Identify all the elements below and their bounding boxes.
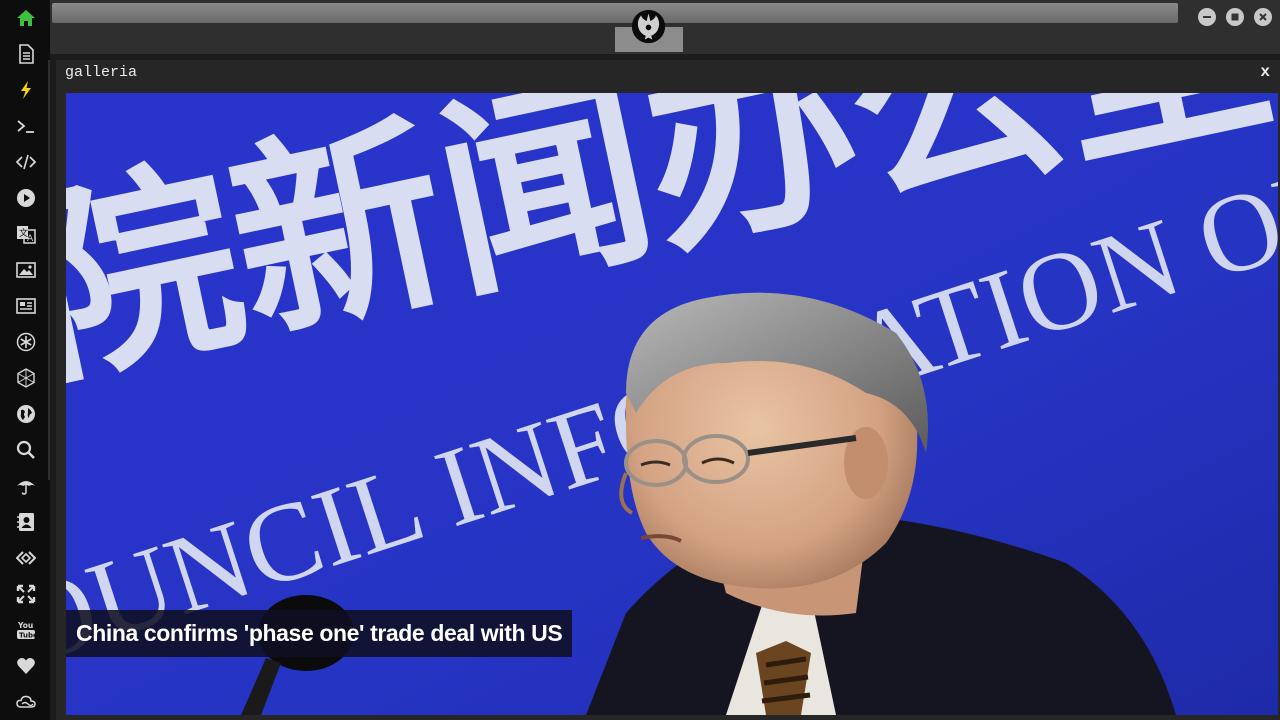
- asterisk-circle-icon: [16, 332, 36, 352]
- translate-icon: 文A: [17, 226, 36, 244]
- sidebar-item-settings[interactable]: [13, 329, 39, 355]
- youtube-icon: You Tube: [17, 621, 36, 640]
- sidebar-item-quick[interactable]: [13, 77, 39, 103]
- sidebar-item-images[interactable]: [13, 257, 39, 283]
- expand-icon: [16, 584, 36, 604]
- sidebar-item-web[interactable]: [13, 401, 39, 427]
- play-circle-icon: [17, 189, 35, 207]
- globe-icon: [17, 405, 35, 423]
- cloud-icon: [16, 695, 36, 708]
- sidebar-item-documents[interactable]: [13, 41, 39, 67]
- sidebar-item-news[interactable]: [13, 293, 39, 319]
- umbrella-icon: [17, 481, 35, 495]
- window-title: galleria: [65, 64, 138, 81]
- maximize-icon: [1231, 13, 1239, 21]
- address-bar[interactable]: [52, 3, 1178, 23]
- sidebar-item-favorites[interactable]: [13, 653, 39, 679]
- sidebar-item-cloud[interactable]: [13, 689, 39, 715]
- sidebar-divider: [48, 60, 50, 480]
- document-icon: [19, 44, 34, 64]
- logo-button[interactable]: [630, 8, 667, 45]
- sidebar-item-media[interactable]: [13, 185, 39, 211]
- window-close-button[interactable]: x: [1260, 63, 1270, 81]
- sidebar-item-network[interactable]: [13, 365, 39, 391]
- diamond-arrows-icon: [16, 551, 36, 565]
- image-caption: China confirms 'phase one' trade deal wi…: [66, 610, 573, 657]
- close-icon: [1259, 13, 1267, 21]
- sidebar-item-terminal[interactable]: [13, 113, 39, 139]
- sidebar-item-transfer[interactable]: [13, 545, 39, 571]
- top-bar: [50, 0, 1280, 54]
- minimize-icon: [1203, 16, 1211, 18]
- sidebar-item-contacts[interactable]: [13, 509, 39, 535]
- contacts-icon: [17, 513, 34, 531]
- sidebar-item-search[interactable]: [13, 437, 39, 463]
- sidebar-item-translate[interactable]: 文A: [13, 221, 39, 247]
- svg-text:You: You: [17, 621, 33, 630]
- galleria-window: galleria x 院新闻办公室 OUNCIL OFFICE, China c…: [56, 60, 1280, 720]
- svg-text:A: A: [27, 234, 34, 244]
- maximize-button[interactable]: [1226, 8, 1244, 26]
- search-icon: [16, 440, 35, 459]
- newspaper-icon: [16, 298, 36, 314]
- heart-icon: [17, 658, 35, 674]
- image-icon: [16, 262, 36, 278]
- svg-text:Tube: Tube: [19, 632, 36, 640]
- sidebar-item-code[interactable]: [13, 149, 39, 175]
- sidebar-item-home[interactable]: [13, 5, 39, 31]
- sidebar-item-fullscreen[interactable]: [13, 581, 39, 607]
- terminal-icon: [17, 120, 34, 133]
- sidebar: 文A You Tube: [0, 0, 50, 720]
- sidebar-item-youtube[interactable]: You Tube: [13, 617, 39, 643]
- home-icon: [17, 10, 35, 26]
- minimize-button[interactable]: [1198, 8, 1216, 26]
- close-window-button[interactable]: [1254, 8, 1272, 26]
- sidebar-item-weather[interactable]: [13, 473, 39, 499]
- code-icon: [16, 154, 36, 170]
- hexagon-network-icon: [17, 368, 35, 388]
- lightning-icon: [21, 81, 31, 99]
- rebel-alliance-logo-icon: [631, 9, 666, 44]
